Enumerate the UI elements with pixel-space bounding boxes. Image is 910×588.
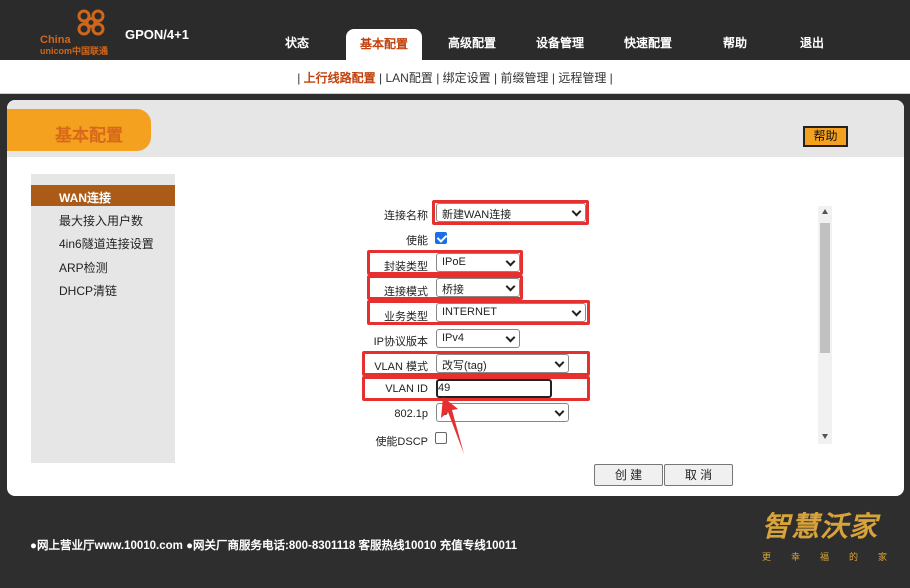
tab-quick-config[interactable]: 快速配置: [624, 34, 672, 51]
sub-nav-separator: |: [551, 71, 555, 85]
sub-nav-lan-config[interactable]: LAN配置: [385, 71, 432, 85]
sub-nav-links: | 上行线路配置 | LAN配置 | 绑定设置 | 前缀管理 | 远程管理 |: [0, 69, 910, 86]
tab-basic-config[interactable]: 基本配置: [346, 29, 422, 60]
scroll-thumb[interactable]: [820, 223, 830, 353]
sub-nav-remote[interactable]: 远程管理: [558, 71, 606, 85]
annotation-box: [367, 275, 523, 300]
top-header: China unicom中国联通 GPON/4+1 状态 基本配置 高级配置 设…: [0, 0, 910, 60]
tab-advanced-config[interactable]: 高级配置: [448, 34, 496, 51]
sub-nav-uplink-config[interactable]: 上行线路配置: [304, 71, 376, 85]
sub-nav-separator: |: [436, 71, 440, 85]
annotation-box: [367, 300, 590, 325]
sub-nav-prefix[interactable]: 前缀管理: [500, 71, 548, 85]
annotation-box: [367, 250, 523, 275]
label-enable: 使能: [406, 235, 428, 247]
unicom-logo: China unicom中国联通: [38, 8, 123, 56]
label-dscp: 使能DSCP: [375, 436, 428, 448]
brand-slogan: 更 幸 福 的 家: [762, 550, 887, 563]
menu-item-max-users[interactable]: 最大接入用户数: [31, 208, 175, 229]
label-ip-version: IP协议版本: [373, 336, 428, 348]
sub-navigation: | 上行线路配置 | LAN配置 | 绑定设置 | 前缀管理 | 远程管理 |: [0, 60, 910, 94]
tab-device-management[interactable]: 设备管理: [536, 34, 584, 51]
menu-item-4in6[interactable]: 4in6隧道连接设置: [31, 231, 175, 252]
slogan-char: 福: [819, 552, 829, 562]
slogan-char: 的: [848, 552, 858, 562]
label-connection-name: 连接名称: [384, 210, 428, 222]
cancel-button[interactable]: 取 消: [664, 464, 733, 486]
sub-nav-separator: |: [494, 71, 498, 85]
unicom-knot-icon: [77, 9, 105, 36]
slogan-char: 家: [877, 552, 887, 562]
sub-nav-separator: |: [297, 71, 301, 85]
brand-logo: 智慧沃家 更 幸 福 的 家: [762, 505, 892, 565]
footer-contact-text: ●网上营业厅www.10010.com ●网关厂商服务电话:800-830111…: [30, 540, 518, 552]
annotation-box: [362, 351, 590, 376]
sub-nav-separator: |: [379, 71, 383, 85]
scroll-down-icon[interactable]: [822, 434, 828, 439]
menu-item-dhcp[interactable]: DHCP清链: [31, 278, 175, 299]
ip-version-select[interactable]: IPv4: [436, 329, 520, 348]
page-title: 基本配置: [7, 109, 151, 151]
sub-nav-binding[interactable]: 绑定设置: [443, 71, 491, 85]
footer: ●网上营业厅www.10010.com ●网关厂商服务电话:800-830111…: [0, 500, 910, 588]
label-8021p: 802.1p: [394, 408, 428, 420]
brand-name: 智慧沃家: [762, 511, 879, 542]
menu-item-wan[interactable]: WAN连接: [31, 185, 175, 206]
annotation-arrow-icon: [441, 397, 464, 454]
enable-checkbox[interactable]: [435, 232, 447, 244]
slogan-char: 更: [762, 552, 772, 562]
logo-text-cn: unicom中国联通: [40, 46, 109, 56]
left-menu: WAN连接 最大接入用户数 4in6隧道连接设置 ARP检测 DHCP清链: [31, 174, 175, 463]
tab-logout[interactable]: 退出: [800, 34, 824, 51]
sub-nav-separator: |: [609, 71, 613, 85]
tab-status[interactable]: 状态: [285, 34, 309, 51]
device-model: GPON/4+1: [125, 27, 189, 42]
ip-version-value: IPv4: [442, 332, 465, 344]
chevron-down-icon: [554, 406, 565, 417]
menu-item-arp[interactable]: ARP检测: [31, 255, 175, 276]
chevron-down-icon: [505, 332, 516, 343]
annotation-box: [432, 200, 589, 225]
tab-help[interactable]: 帮助: [723, 34, 747, 51]
scroll-up-icon[interactable]: [822, 209, 828, 214]
create-button[interactable]: 创 建: [594, 464, 663, 486]
slogan-char: 幸: [790, 552, 800, 562]
form-scrollbar[interactable]: [818, 206, 832, 444]
help-button[interactable]: 帮助: [803, 126, 848, 147]
